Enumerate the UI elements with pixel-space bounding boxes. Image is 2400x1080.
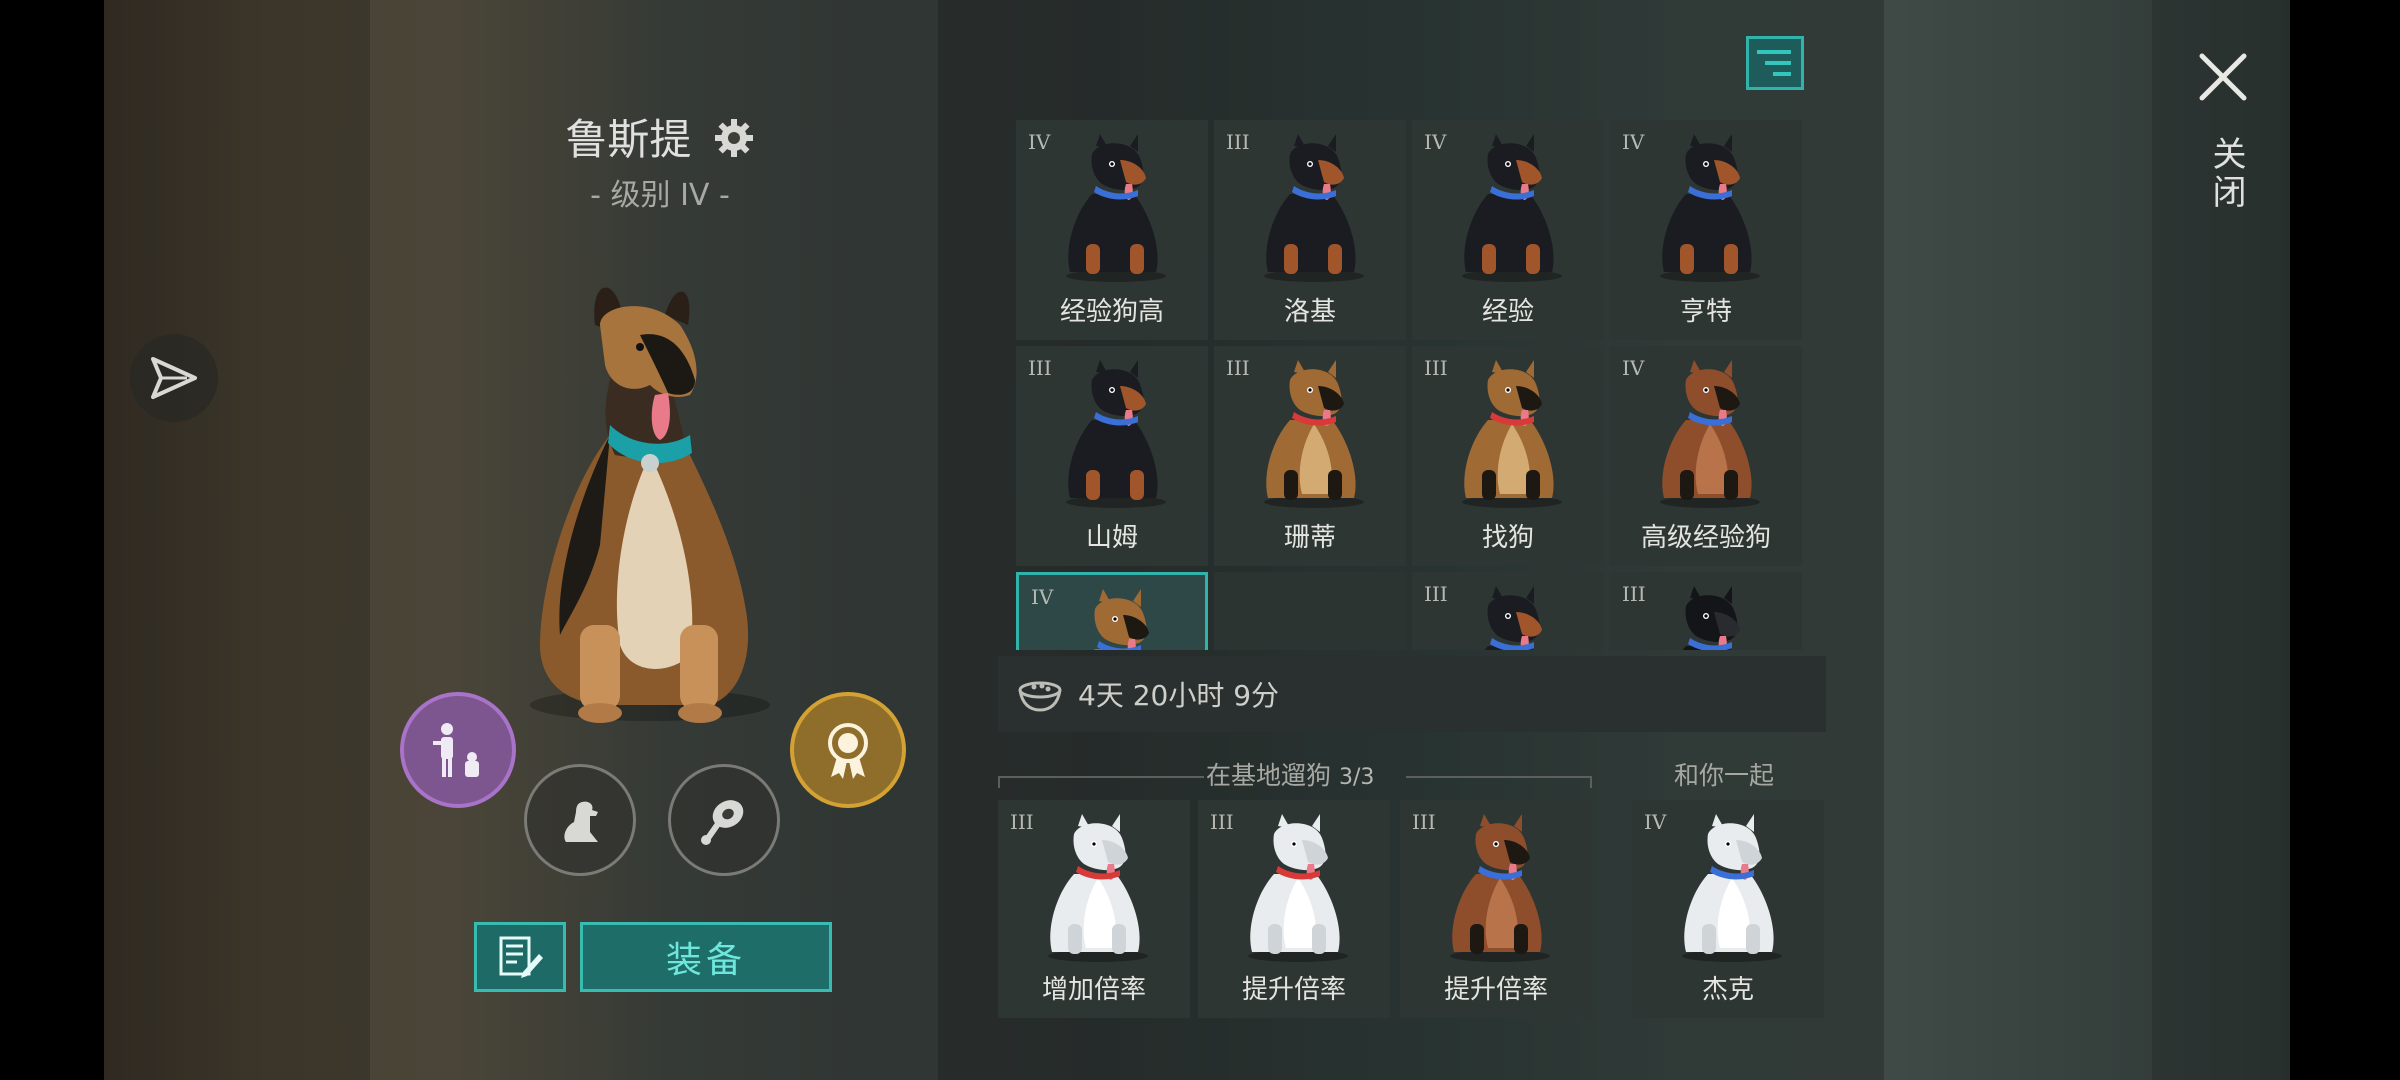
dog-card[interactable]: IV	[1016, 572, 1208, 650]
dog-name-label: 洛基	[1283, 297, 1336, 327]
dog-thumbnail	[1049, 589, 1183, 650]
send-icon	[151, 357, 197, 399]
base-walk-label: 在基地遛狗	[1206, 761, 1332, 790]
edit-note-icon	[499, 936, 543, 978]
dog-name-label: 经验狗高	[1059, 297, 1164, 327]
section-divider	[998, 776, 1204, 778]
base-dog-card[interactable]: III 提升倍率	[1198, 800, 1390, 1018]
dog-card[interactable]: III	[1412, 572, 1604, 650]
selected-dog-portrait	[530, 287, 770, 723]
dog-card[interactable]: IV 经验狗高	[1016, 120, 1208, 340]
dog-card[interactable]: III 珊蒂	[1214, 346, 1406, 566]
base-walk-section-title: 在基地遛狗 3/3	[1206, 756, 1374, 792]
filter-list-icon	[1757, 50, 1791, 76]
with-you-dog-card[interactable]: IV 杰克	[1632, 800, 1824, 1018]
dog-name-label: 杰克	[1701, 975, 1754, 1005]
with-you-section-title: 和你一起	[1674, 761, 1775, 790]
dog-name-label: 提升倍率	[1443, 975, 1548, 1005]
dog-card[interactable]: III	[1610, 572, 1802, 650]
dog-name-label: 增加倍率	[1041, 975, 1146, 1005]
dog-name: 鲁斯提	[565, 115, 692, 164]
dog-thumbnail	[1430, 814, 1564, 964]
dog-card[interactable]: III 山姆	[1016, 346, 1208, 566]
dog-thumbnail	[1640, 586, 1774, 650]
section-divider-tick	[1590, 776, 1592, 788]
dog-name-label: 找狗	[1481, 523, 1534, 553]
dog-card[interactable]: IV 高级经验狗	[1610, 346, 1802, 566]
left-shade	[104, 0, 370, 1080]
dog-thumbnail	[1228, 814, 1362, 964]
ribbon-award-icon	[828, 723, 868, 779]
dog-thumbnail	[1442, 360, 1576, 510]
base-dog-card[interactable]: III 增加倍率	[998, 800, 1190, 1018]
section-divider	[1406, 776, 1592, 778]
edit-note-button[interactable]	[474, 922, 566, 992]
dog-grid: IV 经验狗高 III 洛基 IV 经验 IV 亨特 III 山姆 III 珊蒂…	[1016, 120, 1808, 650]
dog-card[interactable]: III 找狗	[1412, 346, 1604, 566]
dog-thumbnail	[1640, 360, 1774, 510]
dog-name-label: 高级经验狗	[1640, 523, 1771, 553]
dog-name-label: 山姆	[1085, 523, 1138, 553]
dog-thumbnail	[1442, 134, 1576, 284]
dog-thumbnail	[1028, 814, 1162, 964]
award-button[interactable]	[790, 692, 906, 808]
dog-level: - 级别 IV -	[590, 178, 730, 213]
dog-card[interactable]: III 洛基	[1214, 120, 1406, 340]
section-divider-tick	[998, 776, 1000, 788]
filter-button[interactable]	[1746, 36, 1804, 90]
close-label[interactable]: 关闭	[2202, 136, 2251, 212]
dog-name-label: 提升倍率	[1241, 975, 1346, 1005]
meat-icon	[701, 800, 744, 845]
person-with-dog-icon	[433, 723, 479, 777]
food-timer-text: 4天 20小时 9分	[1078, 679, 1280, 712]
equip-button[interactable]: 装备	[580, 922, 832, 992]
gear-icon[interactable]	[713, 117, 755, 169]
dog-name-label: 经验	[1481, 297, 1534, 327]
sitting-dog-icon	[564, 801, 598, 842]
dog-thumbnail	[1244, 360, 1378, 510]
dog-name-row: 鲁斯提	[500, 106, 820, 169]
base-dog-card[interactable]: III 提升倍率	[1400, 800, 1592, 1018]
feed-button[interactable]	[668, 764, 780, 876]
close-icon[interactable]	[2196, 50, 2250, 104]
dog-thumbnail	[1442, 586, 1576, 650]
dog-thumbnail	[1640, 134, 1774, 284]
dog-name-label: 珊蒂	[1283, 523, 1336, 553]
base-walk-count: 3/3	[1338, 765, 1375, 790]
dog-card[interactable]: IV 经验	[1412, 120, 1604, 340]
dog-name-label: 亨特	[1679, 297, 1732, 327]
food-timer-bar: 4天 20小时 9分	[998, 656, 1826, 732]
dog-thumbnail	[1662, 814, 1796, 964]
dog-thumbnail	[1244, 134, 1378, 284]
food-bowl-icon	[1018, 681, 1062, 712]
dog-pose-button[interactable]	[524, 764, 636, 876]
dog-card[interactable]: IV 亨特	[1610, 120, 1802, 340]
dog-thumbnail	[1046, 360, 1180, 510]
dog-thumbnail	[1046, 134, 1180, 284]
walk-with-dog-button[interactable]	[400, 692, 516, 808]
dog-card[interactable]	[1214, 572, 1406, 650]
send-button[interactable]	[130, 334, 218, 422]
